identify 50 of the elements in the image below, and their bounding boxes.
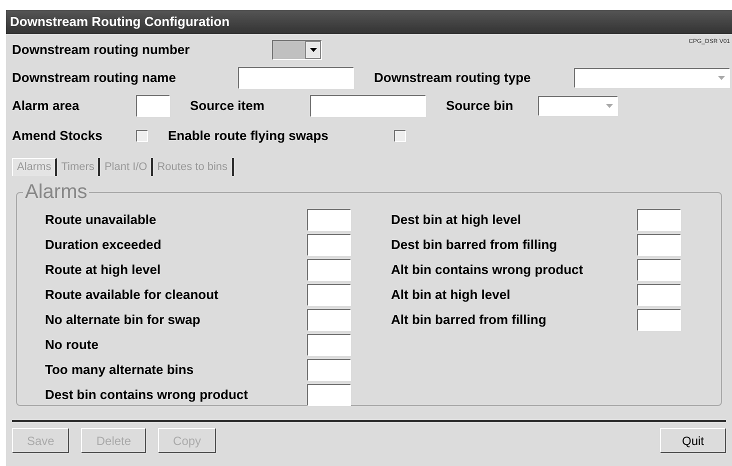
window-title: Downstream Routing Configuration [10, 13, 230, 32]
alarm-field[interactable] [307, 259, 351, 281]
alarm-field[interactable] [307, 334, 351, 356]
tab[interactable]: Routes to bins [153, 158, 234, 176]
checkbox[interactable] [394, 130, 406, 142]
alarm-label: Dest bin barred from filling [391, 236, 558, 254]
alarm-field[interactable] [637, 234, 681, 256]
caret-icon [310, 48, 316, 52]
alarm-label: Dest bin at high level [391, 211, 522, 230]
alarm-field[interactable] [307, 309, 351, 331]
text-field[interactable] [238, 67, 354, 89]
dropdown[interactable] [538, 96, 618, 116]
text-field[interactable] [136, 95, 170, 117]
tab[interactable]: Plant I/O [100, 158, 154, 176]
alarm-label: Dest bin contains wrong product [45, 386, 249, 404]
caret-icon [606, 104, 612, 108]
caret-icon [718, 76, 724, 80]
alarm-label: Alt bin at high level [391, 286, 512, 304]
field-label: Source bin [446, 97, 514, 116]
alarm-field[interactable] [637, 284, 681, 306]
alarm-field[interactable] [307, 209, 351, 231]
alarm-label: Too many alternate bins [45, 361, 195, 380]
alarm-field[interactable] [637, 209, 681, 231]
alarm-label: Route available for cleanout [45, 286, 220, 304]
field-label: Amend Stocks [12, 127, 104, 146]
field-label: Downstream routing number [12, 41, 191, 60]
dropdown[interactable] [574, 68, 730, 88]
alarm-label: Route unavailable [45, 211, 158, 230]
alarm-label: Route at high level [45, 261, 162, 280]
tab[interactable]: Alarms [12, 158, 58, 176]
alarm-field[interactable] [307, 384, 351, 406]
alarm-label: Alt bin barred from filling [391, 311, 548, 330]
alarm-field[interactable] [637, 259, 681, 281]
alarm-field[interactable] [307, 359, 351, 381]
field-label: Enable route flying swaps [168, 127, 330, 146]
alarm-label: Alt bin contains wrong product [391, 261, 584, 280]
field-label: Alarm area [12, 97, 80, 116]
checkbox[interactable] [136, 130, 148, 142]
tab[interactable]: Timers [57, 158, 100, 176]
field-label: Downstream routing type [374, 69, 532, 88]
alarm-label: Duration exceeded [45, 236, 162, 254]
field-label: Source item [190, 97, 266, 116]
field-label: Downstream routing name [12, 69, 177, 88]
alarm-label: No route [45, 336, 100, 354]
action-button[interactable]: Quit [660, 428, 726, 453]
alarm-field[interactable] [637, 309, 681, 331]
alarm-field[interactable] [307, 234, 351, 256]
text-field[interactable] [310, 95, 426, 117]
alarm-label: No alternate bin for swap [45, 311, 202, 330]
alarm-field[interactable] [307, 284, 351, 306]
